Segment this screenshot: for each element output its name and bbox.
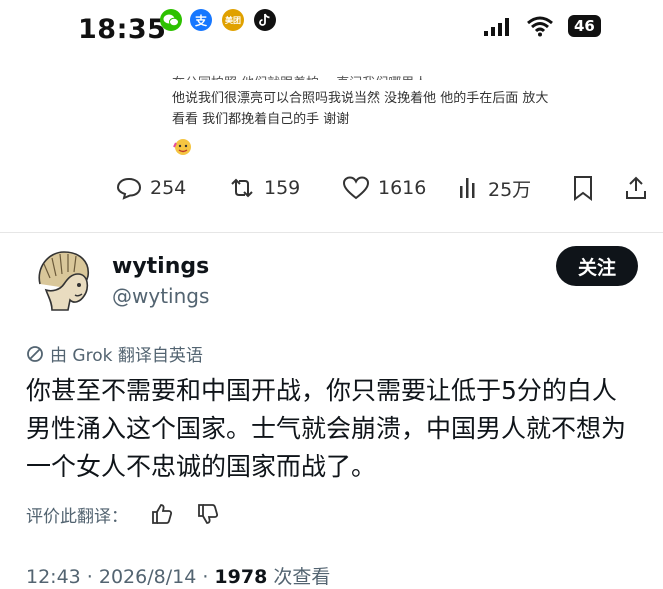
translation-notice: 由 Grok 翻译自英语: [26, 341, 203, 366]
repost-count: 159: [264, 177, 301, 199]
post-text: 你甚至不需要和中国开战，你只需要让低于5分的白人男性涌入这个国家。士气就会崩溃，…: [26, 376, 627, 481]
heart-icon: [342, 176, 370, 200]
wifi-icon: [526, 15, 554, 41]
view-count: 25万: [488, 178, 532, 201]
status-time: 18:35: [78, 14, 167, 45]
reply-count: 254: [150, 177, 187, 199]
analytics-icon: [458, 176, 480, 200]
reply-icon: [116, 176, 142, 200]
thumbs-down-icon[interactable]: [196, 502, 220, 526]
wechat-icon: [160, 9, 182, 31]
meituan-icon: 美团: [222, 9, 244, 31]
user-handle[interactable]: @wytings: [112, 284, 209, 308]
post-timestamp: 12:43 · 2026/8/14 ·: [26, 566, 215, 588]
translate-icon: [26, 345, 44, 363]
repost-icon: [228, 176, 256, 200]
share-icon: [624, 175, 648, 201]
views-button[interactable]: 25万: [458, 168, 531, 208]
divider: [0, 232, 663, 233]
post-view-count: 1978: [214, 566, 268, 588]
thumbs-up-icon[interactable]: [150, 502, 174, 526]
reply-button[interactable]: 254: [116, 168, 186, 208]
repost-button[interactable]: 159: [228, 168, 300, 208]
sweat-smile-emoji: [173, 138, 193, 156]
quoted-cut-line: 在公园拍照 他们就跟着拍 一直问我们哪里人: [172, 72, 492, 80]
bookmark-icon: [572, 175, 594, 201]
avatar[interactable]: [30, 244, 102, 316]
translation-label: 由 Grok 翻译自英语: [50, 346, 203, 366]
network-badge: 46: [568, 15, 601, 37]
post-views-suffix: 次查看: [267, 566, 331, 588]
status-bar: 18:35 支 美团 46: [0, 0, 663, 60]
tweet-action-bar: 254 159 1616 25万: [0, 168, 663, 208]
signal-icon: [484, 16, 516, 42]
rate-translation-row: 评价此翻译：: [26, 499, 220, 529]
share-button[interactable]: [624, 168, 656, 208]
display-name[interactable]: wytings: [112, 254, 209, 279]
rate-translation-label: 评价此翻译：: [26, 506, 128, 527]
like-count: 1616: [378, 177, 427, 199]
tiktok-icon: [254, 9, 276, 31]
like-button[interactable]: 1616: [342, 168, 426, 208]
alipay-icon: 支: [190, 9, 212, 31]
quoted-reply-text: 他说我们很漂亮可以合照吗我说当然 没挽着他 他的手在后面 放大看看 我们都挽着自…: [172, 91, 549, 127]
follow-button[interactable]: 关注: [556, 246, 638, 286]
bookmark-button[interactable]: [572, 168, 602, 208]
